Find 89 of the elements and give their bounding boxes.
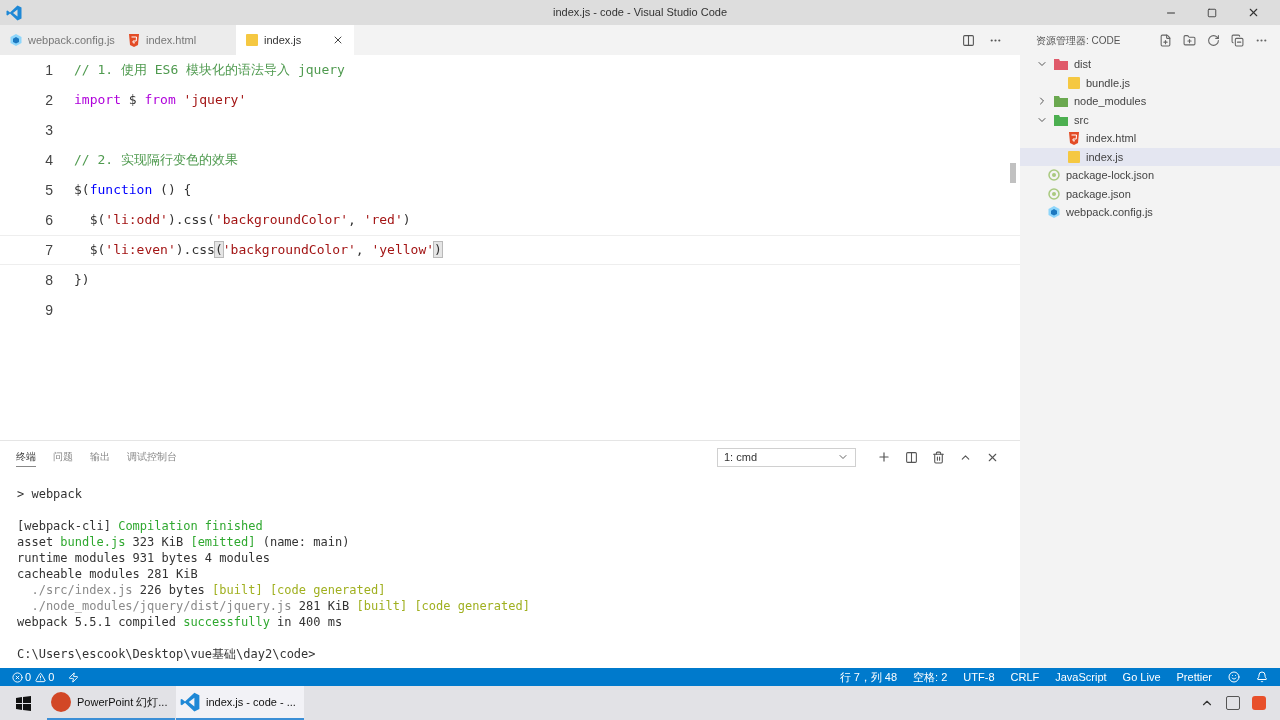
close-icon[interactable] xyxy=(1247,6,1260,19)
terminal-line: > webpack xyxy=(17,486,83,502)
json-file-icon xyxy=(1048,169,1060,182)
error-count[interactable]: 0 xyxy=(25,668,32,686)
status-item[interactable]: Go Live xyxy=(1122,668,1161,686)
html-file-icon xyxy=(1068,131,1080,145)
app-logo-icon xyxy=(6,4,22,21)
line-number: 5 xyxy=(44,180,53,200)
code-line: $('li:odd').css('backgroundColor', 'red') xyxy=(88,211,411,230)
status-item[interactable]: CRLF xyxy=(1010,668,1040,686)
app-logo-icon xyxy=(180,692,200,712)
json-file-icon xyxy=(1048,187,1060,200)
status-item[interactable]: JavaScript xyxy=(1055,668,1107,686)
editor-tab[interactable]: index.html xyxy=(118,25,236,55)
code-line: import $ from 'jquery' xyxy=(74,91,247,110)
editor-tab[interactable]: index.js xyxy=(236,25,354,55)
line-number: 8 xyxy=(44,270,53,290)
feedback-icon[interactable] xyxy=(1228,671,1240,683)
error-icon xyxy=(12,671,23,683)
tree-item[interactable]: index.html xyxy=(1020,129,1280,148)
js-file-icon xyxy=(1068,76,1080,89)
terminal-line: [webpack-cli] Compilation finished xyxy=(17,518,263,534)
taskbar-item[interactable]: index.js - code - ... xyxy=(176,686,304,720)
warning-count[interactable]: 0 xyxy=(48,668,55,686)
panel-tab[interactable]: 问题 xyxy=(53,447,73,467)
status-item[interactable]: 空格: 2 xyxy=(913,668,948,686)
split-icon[interactable] xyxy=(905,450,918,464)
line-number: 2 xyxy=(44,90,53,110)
explorer-title: 资源管理器: CODE xyxy=(1036,33,1121,48)
status-item[interactable]: UTF-8 xyxy=(963,668,995,686)
warning-icon xyxy=(35,671,47,683)
windows-icon xyxy=(15,695,31,711)
line-number: 3 xyxy=(44,120,53,140)
refresh-icon[interactable] xyxy=(1207,33,1220,47)
close-icon[interactable] xyxy=(332,34,344,46)
tree-item[interactable]: src xyxy=(1020,110,1280,129)
notification-icon[interactable] xyxy=(1256,671,1268,683)
lightning-icon[interactable] xyxy=(68,671,80,683)
terminal-line: asset bundle.js 323 KiB [emitted] (name: main) xyxy=(17,534,350,550)
status-item[interactable]: Prettier xyxy=(1176,668,1212,686)
line-number: 1 xyxy=(44,60,53,80)
tree-item[interactable]: package.json xyxy=(1020,184,1280,203)
terminal-line: C:\Users\escook\Desktop\vue基础\day2\code> xyxy=(17,646,316,662)
tree-item[interactable]: webpack.config.js xyxy=(1020,203,1280,222)
panel-tab[interactable]: 调试控制台 xyxy=(127,447,177,467)
window-title: index.js - code - Visual Studio Code xyxy=(551,5,729,21)
tree-item[interactable]: package-lock.json xyxy=(1020,166,1280,185)
collapse-icon[interactable] xyxy=(1231,33,1244,47)
code-line: $('li:even').css('backgroundColor', 'yellow') xyxy=(88,241,442,260)
html-file-icon xyxy=(128,33,140,47)
tree-item[interactable]: bundle.js xyxy=(1020,73,1280,92)
js-file-icon xyxy=(246,34,258,46)
editor-tab[interactable]: webpack.config.js xyxy=(0,25,118,55)
terminal-line: ./src/index.js 226 bytes [built] [code generated] xyxy=(30,582,386,598)
input-method-icon[interactable] xyxy=(1226,696,1240,710)
line-number: 7 xyxy=(44,240,53,260)
code-line: }) xyxy=(74,271,90,290)
scrollbar-thumb[interactable] xyxy=(1010,163,1016,183)
maximize-icon[interactable] xyxy=(1207,7,1217,18)
terminal-select[interactable]: 1: cmd xyxy=(717,447,856,467)
taskbar-item[interactable]: PowerPoint 幻灯... xyxy=(47,686,175,720)
terminal-line: ./node_modules/jquery/dist/jquery.js 281 KiB [built] [code generated] xyxy=(30,598,530,614)
folder-icon xyxy=(1054,58,1068,71)
split-editor-icon[interactable] xyxy=(962,33,975,47)
folder-icon xyxy=(1054,95,1068,108)
tree-item[interactable]: dist xyxy=(1020,55,1280,74)
powerpoint-icon xyxy=(51,692,71,712)
line-number: 6 xyxy=(44,210,53,230)
tree-item[interactable]: node_modules xyxy=(1020,92,1280,111)
cube-icon xyxy=(1048,206,1060,219)
terminal-line: cacheable modules 281 KiB xyxy=(17,566,198,582)
new-file-icon[interactable] xyxy=(1159,33,1172,47)
line-number: 9 xyxy=(44,300,53,320)
add-icon[interactable] xyxy=(877,450,891,464)
new-folder-icon[interactable] xyxy=(1183,33,1196,47)
folder-icon xyxy=(1054,113,1068,126)
trash-icon[interactable] xyxy=(932,450,945,464)
tree-item[interactable]: index.js xyxy=(1020,147,1280,166)
cube-icon xyxy=(10,34,22,46)
line-number: 4 xyxy=(44,150,53,170)
js-file-icon xyxy=(1068,150,1080,163)
code-line: $(function () { xyxy=(74,181,192,200)
terminal-line: runtime modules 931 bytes 4 modules xyxy=(17,550,270,566)
panel-tab[interactable]: 输出 xyxy=(90,447,110,467)
status-item[interactable]: 行 7，列 48 xyxy=(839,668,898,686)
terminal-line: webpack 5.5.1 compiled successfully in 400 ms xyxy=(17,614,343,630)
code-line: // 2. 实现隔行变色的效果 xyxy=(74,151,238,170)
code-line: // 1. 使用 ES6 模块化的语法导入 jquery xyxy=(74,61,345,80)
panel-tab[interactable]: 终端 xyxy=(16,447,36,467)
